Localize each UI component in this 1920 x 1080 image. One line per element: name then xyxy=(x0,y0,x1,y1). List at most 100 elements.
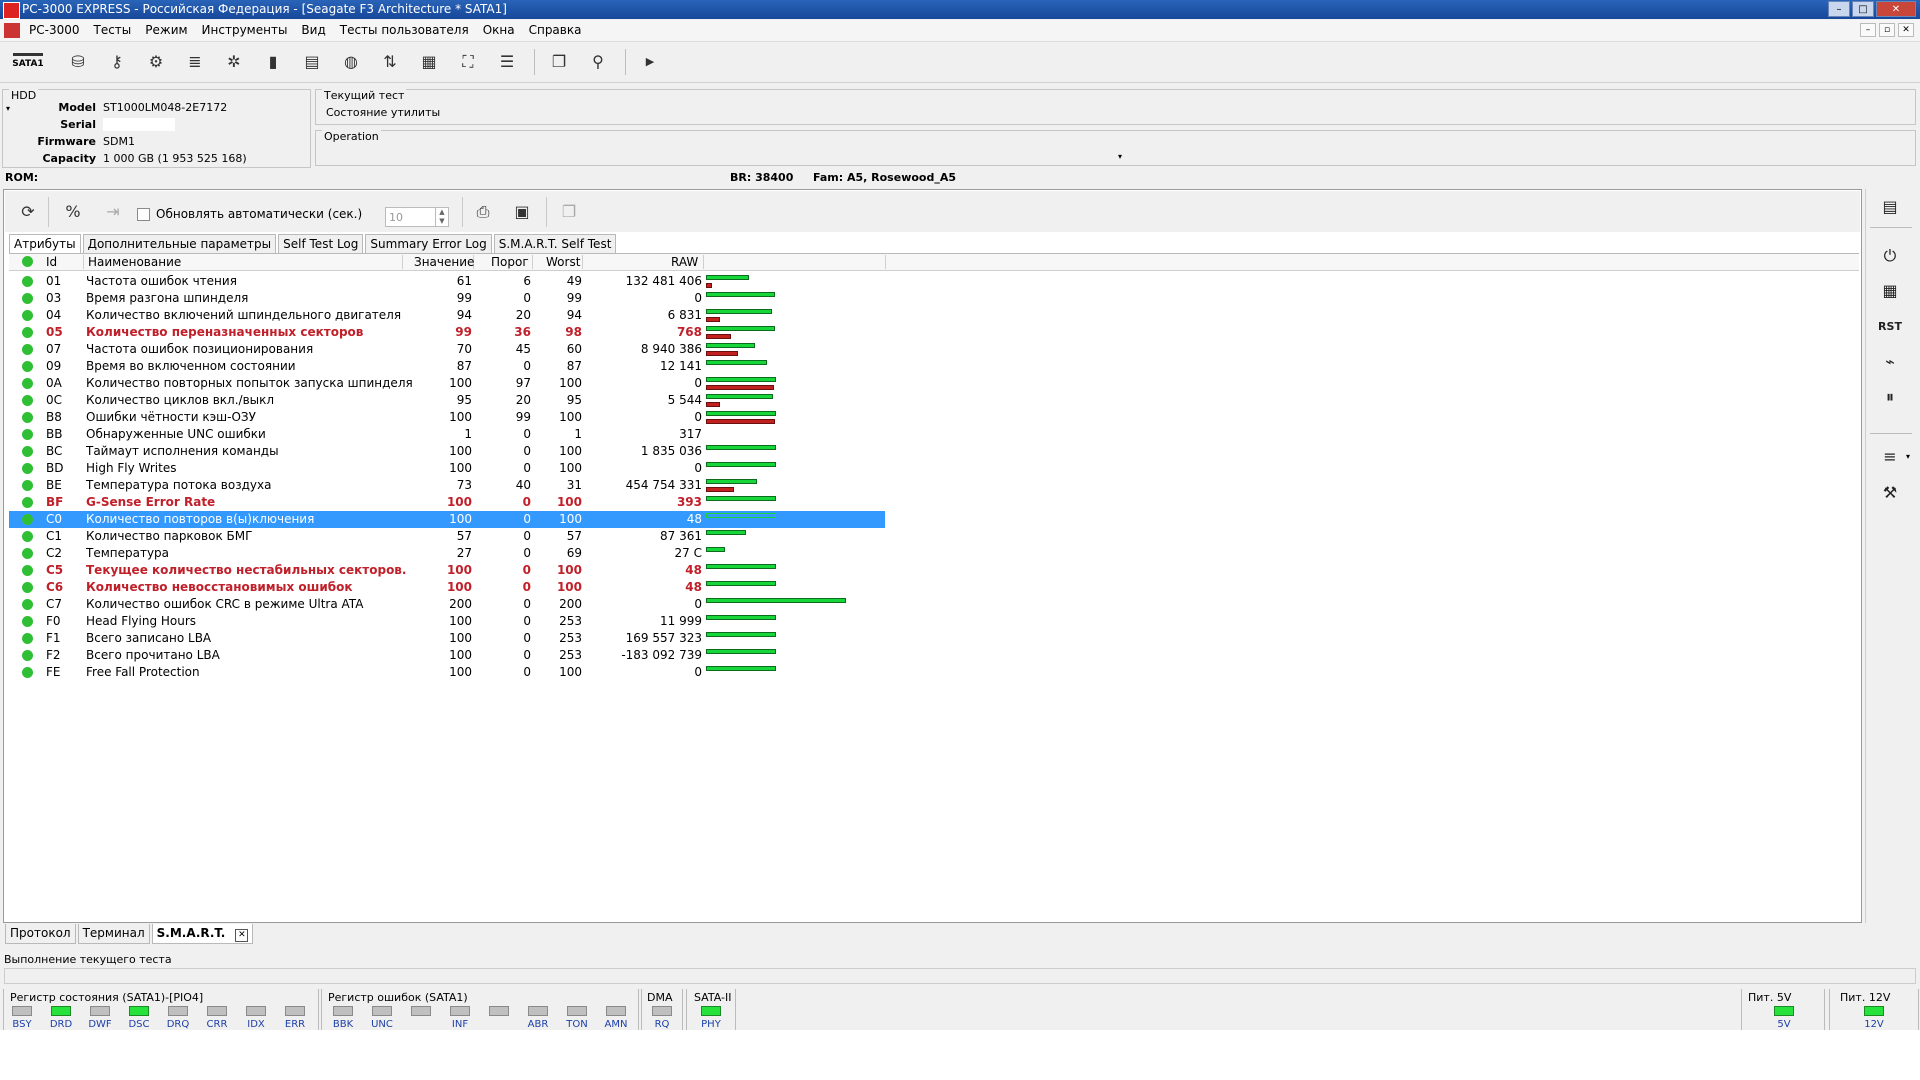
power-cycle-icon[interactable]: ⏻ xyxy=(1874,242,1906,270)
table-row[interactable]: BE Температура потока воздуха 73 40 31 454 75… xyxy=(9,477,885,494)
sata-port-button[interactable]: SATA1 xyxy=(10,47,46,77)
network-icon[interactable]: ⛶ xyxy=(456,50,480,74)
menu-item[interactable]: PC-3000 xyxy=(29,23,79,37)
table-row[interactable]: 07 Частота ошибок позиционирования 70 45 60 8… xyxy=(9,341,885,358)
export-icon[interactable]: ⇥ xyxy=(101,201,125,223)
mdi-restore-button[interactable]: ▫ xyxy=(1879,23,1895,37)
col-name[interactable]: Наименование xyxy=(88,255,403,269)
cell-name: Количество невосстановимых ошибок xyxy=(86,580,353,594)
tab-4[interactable]: Summary Error Log xyxy=(365,234,492,253)
sata-title: SATA-II xyxy=(694,991,732,1004)
head-select-dropdown-icon[interactable]: ▾ xyxy=(1906,452,1910,461)
transfer-icon[interactable]: ⇅ xyxy=(378,50,402,74)
play-icon[interactable]: ▶ xyxy=(638,50,662,74)
table-row[interactable]: 05 Количество переназначенных секторов 99 3… xyxy=(9,324,885,341)
menu-item[interactable]: Справка xyxy=(529,23,582,37)
document-icon[interactable] xyxy=(4,23,20,38)
value-bar xyxy=(706,632,776,637)
stepper-arrows-icon[interactable]: ▲ ▼ xyxy=(435,207,449,227)
table-row[interactable]: B8 Ошибки чётности кэш-ОЗУ 100 99 100 0 xyxy=(9,409,885,426)
auto-refresh-checkbox[interactable] xyxy=(137,207,150,221)
table-row[interactable]: F2 Всего прочитано LBA 100 0 253 -183 092 739 xyxy=(9,647,885,664)
mdi-close-button[interactable]: ✕ xyxy=(1898,23,1914,37)
terminal-icon[interactable]: ▦ xyxy=(1874,277,1906,305)
table-row[interactable]: C2 Температура 27 0 69 27 C xyxy=(9,545,885,562)
auto-refresh-toggle[interactable]: Обновлять автоматически (сек.) xyxy=(137,207,362,221)
operation-dropdown-icon[interactable]: ▾ xyxy=(1118,152,1122,161)
table-row[interactable]: C5 Текущее количество нестабильных сектор… xyxy=(9,562,885,579)
table-row[interactable]: BC Таймаут исполнения команды 100 0 100 1 835… xyxy=(9,443,885,460)
threshold-icon[interactable]: % xyxy=(61,201,85,223)
refresh-interval-stepper[interactable]: 10 ▲ ▼ xyxy=(385,207,449,227)
refresh-icon[interactable]: ⟳ xyxy=(16,201,40,223)
cell-value: 100 xyxy=(449,631,472,645)
head-select-icon[interactable]: ≡ xyxy=(1874,443,1906,471)
table-row[interactable]: 01 Частота ошибок чтения 61 6 49 132 481 406 xyxy=(9,273,885,290)
menu-item[interactable]: Вид xyxy=(301,23,325,37)
memory-chip-icon[interactable]: ▮ xyxy=(261,50,285,74)
connect-icon[interactable]: ⌁ xyxy=(1874,348,1906,376)
table-row[interactable]: F1 Всего записано LBA 100 0 253 169 557 323 xyxy=(9,630,885,647)
col-threshold[interactable]: Порог xyxy=(491,255,533,269)
col-worst[interactable]: Worst xyxy=(546,255,583,269)
cell-name: Время во включенном состоянии xyxy=(86,359,296,373)
windows-icon[interactable]: ❐ xyxy=(547,50,571,74)
copy-icon[interactable]: ❐ xyxy=(557,201,581,223)
close-tab-icon[interactable]: ✕ xyxy=(235,929,249,942)
head-map-icon[interactable]: ⛁ xyxy=(66,50,90,74)
save-icon[interactable]: ▣ xyxy=(510,201,534,223)
smart-report-icon[interactable]: ▤ xyxy=(1874,193,1906,221)
grid-icon[interactable]: ▦ xyxy=(417,50,441,74)
table-row[interactable]: 09 Время во включенном состоянии 87 0 87 12 1… xyxy=(9,358,885,375)
bottom-tab-2[interactable]: Терминал xyxy=(77,924,150,944)
table-row[interactable]: BB Обнаруженные UNC ошибки 1 0 1 317 xyxy=(9,426,885,443)
person-icon[interactable]: ⚲ xyxy=(586,50,610,74)
pause-icon[interactable]: ⏸ xyxy=(1874,383,1906,411)
table-row[interactable]: BD High Fly Writes 100 0 100 0 xyxy=(9,460,885,477)
menu-item[interactable]: Тесты пользователя xyxy=(340,23,469,37)
tab-3[interactable]: Self Test Log xyxy=(278,234,364,253)
mdi-minimize-button[interactable]: – xyxy=(1860,23,1876,37)
table-row[interactable]: C0 Количество повторов в(ы)ключения 100 0 10… xyxy=(9,511,885,528)
table-row[interactable]: C6 Количество невосстановимых ошибок 100 0 1… xyxy=(9,579,885,596)
tools-icon[interactable]: ⚒ xyxy=(1874,479,1906,507)
table-row[interactable]: 0C Количество циклов вкл./выкл 95 20 95 5 544 xyxy=(9,392,885,409)
cell-value: 99 xyxy=(456,291,472,305)
table-row[interactable]: F0 Head Flying Hours 100 0 253 11 999 xyxy=(9,613,885,630)
value-bar xyxy=(706,479,757,484)
chip-settings-icon[interactable]: ✲ xyxy=(222,50,246,74)
table-row[interactable]: BF G-Sense Error Rate 100 0 100 393 xyxy=(9,494,885,511)
table-row[interactable]: FE Free Fall Protection 100 0 100 0 xyxy=(9,664,885,681)
tab-5[interactable]: S.M.A.R.T. Self Test xyxy=(493,234,617,253)
tab-2[interactable]: Дополнительные параметры xyxy=(82,234,277,253)
col-graph[interactable] xyxy=(704,255,886,269)
reset-icon[interactable]: RST xyxy=(1874,313,1906,341)
menu-item[interactable]: Инструменты xyxy=(202,23,288,37)
table-row[interactable]: C1 Количество парковок БМГ 57 0 57 87 361 xyxy=(9,528,885,545)
close-button[interactable]: ✕ xyxy=(1876,1,1916,17)
bottom-tab-1[interactable]: Протокол xyxy=(5,924,76,944)
minimize-button[interactable]: – xyxy=(1828,1,1850,17)
list-icon[interactable]: ☰ xyxy=(495,50,519,74)
log-icon[interactable]: ▤ xyxy=(300,50,324,74)
maximize-button[interactable]: □ xyxy=(1852,1,1874,17)
table-row[interactable]: 03 Время разгона шпинделя 99 0 99 0 xyxy=(9,290,885,307)
value-bar xyxy=(706,462,776,467)
col-value[interactable]: Значение xyxy=(414,255,474,269)
key-icon[interactable]: ⚷ xyxy=(105,50,129,74)
disk-icon[interactable]: ◍ xyxy=(339,50,363,74)
speed-9600-icon[interactable]: ≣ xyxy=(183,50,207,74)
col-raw[interactable]: RAW xyxy=(671,255,704,269)
bottom-tab-3[interactable]: S.M.A.R.T. ✕ xyxy=(151,924,254,944)
menu-item[interactable]: Режим xyxy=(145,23,187,37)
tab-1[interactable]: Атрибуты xyxy=(9,234,81,254)
menu-item[interactable]: Тесты xyxy=(93,23,131,37)
table-row[interactable]: 0A Количество повторных попыток запуска ш… xyxy=(9,375,885,392)
menu-item[interactable]: Окна xyxy=(483,23,515,37)
print-icon[interactable]: ⎙ xyxy=(471,201,495,223)
cell-worst: 94 xyxy=(566,308,582,322)
col-id[interactable]: Id xyxy=(46,255,84,269)
table-row[interactable]: C7 Количество ошибок CRC в режиме Ultra A… xyxy=(9,596,885,613)
drive-config-icon[interactable]: ⚙ xyxy=(144,50,168,74)
table-row[interactable]: 04 Количество включений шпиндельного двиг… xyxy=(9,307,885,324)
